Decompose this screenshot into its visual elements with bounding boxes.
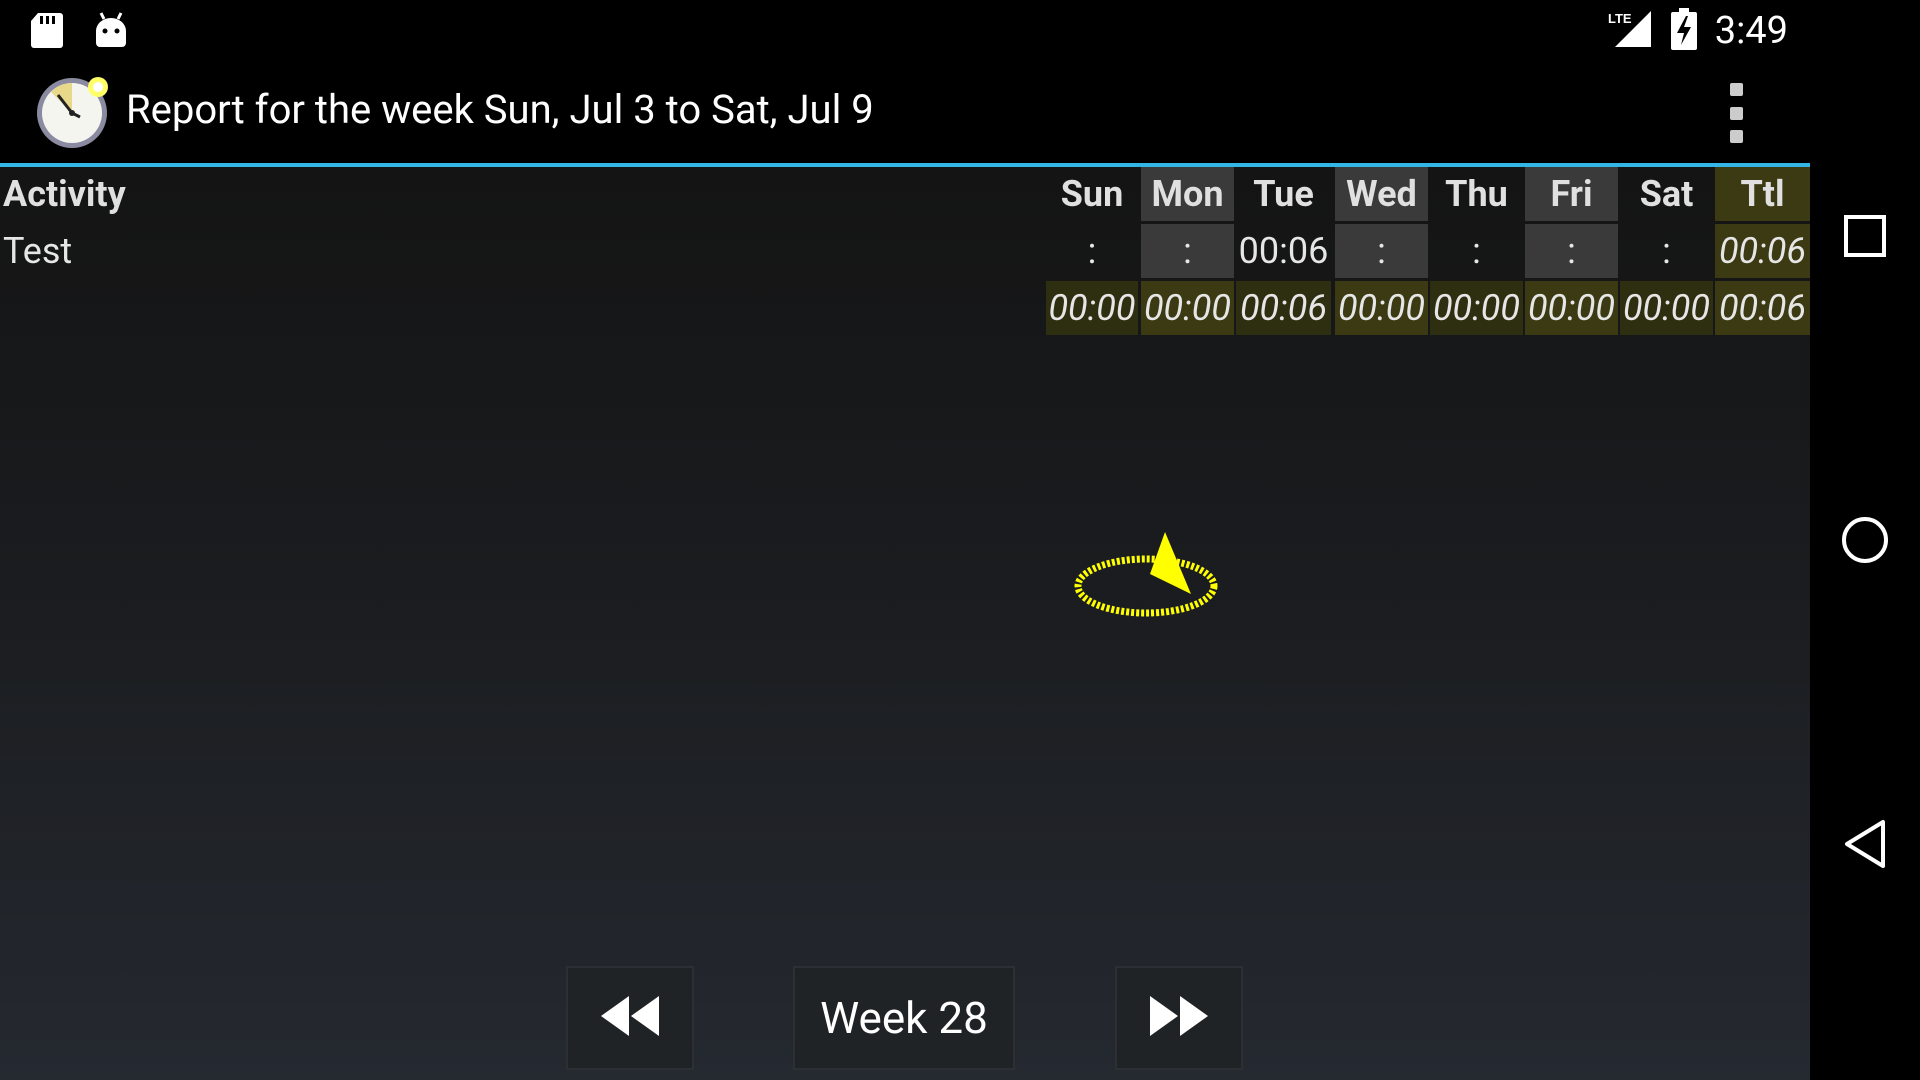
rewind-icon — [597, 994, 663, 1042]
day-header-tue: Tue — [1253, 173, 1314, 215]
battery-charging-icon — [1670, 8, 1697, 54]
sd-card-icon — [30, 11, 64, 53]
app-clock-icon[interactable] — [34, 73, 112, 151]
activity-column-header: Activity — [3, 173, 126, 215]
page-title: Report for the week Sun, Jul 3 to Sat, J… — [126, 86, 874, 133]
home-circle-icon[interactable] — [1835, 510, 1895, 570]
day-header-wed: Wed — [1335, 167, 1428, 221]
activity-cell-fri: : — [1525, 224, 1618, 278]
status-notifications — [30, 11, 128, 53]
recents-square-icon[interactable] — [1835, 206, 1895, 266]
back-triangle-icon[interactable] — [1835, 814, 1895, 874]
activity-cell-thu: : — [1472, 230, 1481, 272]
activity-cell-sun: : — [1087, 230, 1097, 272]
fast-forward-icon — [1146, 994, 1212, 1042]
status-clock: 3:49 — [1714, 9, 1788, 53]
week-number-button[interactable]: Week 28 — [793, 966, 1015, 1070]
total-cell-grand: 00:06 — [1715, 281, 1810, 335]
activity-name[interactable]: Test — [0, 224, 400, 278]
action-bar: Report for the week Sun, Jul 3 to Sat, J… — [0, 63, 1810, 167]
day-header-sun: Sun — [1060, 173, 1124, 215]
lte-label: LTE — [1608, 11, 1632, 26]
table-row[interactable]: Test : : 00:06 : : : : 00:06 — [0, 224, 1810, 281]
lte-signal-icon: LTE — [1607, 9, 1653, 53]
activity-cell-tue: 00:06 — [1238, 230, 1329, 272]
day-header-fri: Fri — [1525, 167, 1618, 221]
total-cell-sat: 00:00 — [1620, 281, 1713, 335]
activity-cell-mon: : — [1141, 224, 1234, 278]
day-header-mon: Mon — [1141, 167, 1234, 221]
activity-cell-sat: : — [1662, 230, 1671, 272]
totals-row: 00:00 00:00 00:06 00:00 00:00 00:00 00:0… — [0, 281, 1810, 338]
activity-cell-total: 00:06 — [1715, 224, 1810, 278]
android-debug-icon — [94, 11, 128, 53]
day-header-thu: Thu — [1445, 173, 1508, 215]
total-cell-mon: 00:00 — [1141, 281, 1234, 335]
screen: LTE 3:49 Report for the week Sun, Jul 3 … — [0, 0, 1920, 1080]
activity-cell-wed: : — [1335, 224, 1428, 278]
total-cell-fri: 00:00 — [1525, 281, 1618, 335]
total-cell-wed: 00:00 — [1335, 281, 1428, 335]
report-content: Activity Sun Mon Tue Wed Thu Fri Sat Ttl… — [0, 167, 1810, 1080]
overflow-menu-icon[interactable] — [1716, 83, 1756, 143]
total-cell-thu: 00:00 — [1430, 281, 1523, 335]
total-cell-tue: 00:06 — [1236, 281, 1331, 335]
system-navigation-bar — [1810, 0, 1920, 1080]
status-bar: LTE 3:49 — [0, 0, 1810, 63]
status-system-icons: LTE 3:49 — [1607, 8, 1788, 54]
week-label: Week 28 — [820, 992, 988, 1044]
report-header-row: Activity Sun Mon Tue Wed Thu Fri Sat Ttl — [0, 167, 1810, 224]
next-week-button[interactable] — [1115, 966, 1243, 1070]
day-header-total: Ttl — [1715, 167, 1810, 221]
loading-spinner-icon — [1072, 532, 1222, 626]
total-cell-sun: 00:00 — [1046, 281, 1138, 335]
day-header-sat: Sat — [1639, 173, 1694, 215]
previous-week-button[interactable] — [566, 966, 694, 1070]
